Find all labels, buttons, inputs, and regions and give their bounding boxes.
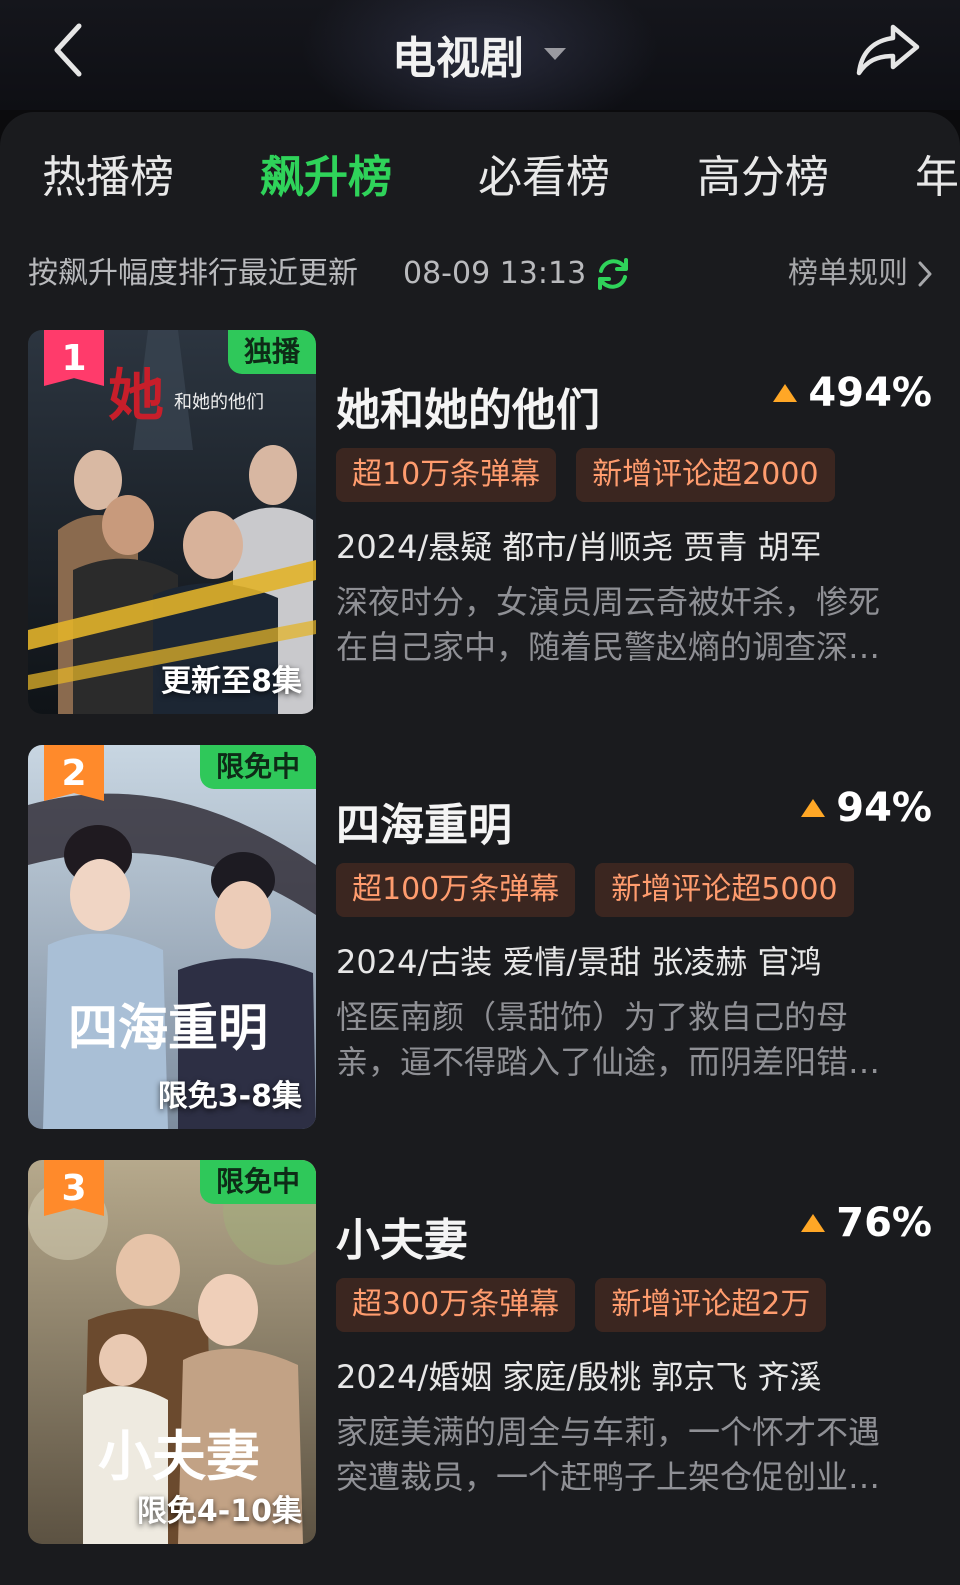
share-icon	[856, 24, 920, 76]
rank-badge: 3	[44, 1160, 104, 1216]
trend-up-icon	[801, 799, 826, 817]
trend-value: 76%	[836, 1200, 932, 1246]
poster-image[interactable]: 四海重明 2 限免中 限免3-8集	[28, 745, 316, 1129]
refresh-icon[interactable]	[593, 254, 633, 294]
tag-danmaku: 超300万条弹幕	[336, 1278, 576, 1332]
poster-image[interactable]: 小夫妻 3 限免中 限免4-10集	[28, 1160, 316, 1544]
tab-hot[interactable]: 热播榜	[42, 150, 174, 206]
trend-up-icon	[773, 384, 798, 402]
description-line: 家庭美满的周全与车莉，一个怀才不遇	[336, 1413, 881, 1451]
show-title[interactable]: 她和她的他们	[336, 374, 600, 438]
show-title[interactable]: 小夫妻	[336, 1204, 468, 1268]
tag-comments: 新增评论超2000	[576, 448, 835, 502]
tag-list: 超300万条弹幕 新增评论超2万	[336, 1278, 827, 1332]
trend-indicator: 94%	[800, 785, 932, 831]
show-meta: 2024/悬疑 都市/肖顺尧 贾青 胡军	[336, 528, 822, 566]
tab-yearly[interactable]: 年	[915, 150, 959, 206]
tag-comments: 新增评论超5000	[595, 863, 854, 917]
item-info: 她和她的他们 494% 超10万条弹幕 新增评论超2000 2024/悬疑 都市…	[336, 330, 932, 714]
show-title[interactable]: 四海重明	[336, 789, 512, 853]
rank-badge: 1	[44, 330, 104, 386]
poster-title-art: 小夫妻	[98, 1424, 260, 1488]
free-badge: 限免中	[199, 1160, 316, 1204]
trend-value: 494%	[808, 370, 932, 416]
tag-danmaku: 超10万条弹幕	[336, 448, 557, 502]
description-line: 亲，逼不得踏入了仙途，而阴差阳错…	[336, 1043, 881, 1081]
show-meta: 2024/婚姻 家庭/殷桃 郭京飞 齐溪	[336, 1358, 822, 1396]
list-item[interactable]: 小夫妻 3 限免中 限免4-10集 小夫妻 76% 超300万条弹幕 新增评论超…	[28, 1160, 932, 1546]
ranking-tabs: 热播榜 飙升榜 必看榜 高分榜 年	[0, 150, 960, 220]
poster-image[interactable]: 她 和她的他们 1 独播 更新至8集	[28, 330, 316, 714]
tab-must-watch[interactable]: 必看榜	[478, 150, 610, 206]
tab-high-score[interactable]: 高分榜	[697, 150, 829, 206]
description-line: 深夜时分，女演员周云奇被奸杀，惨死	[336, 583, 881, 621]
page-title: 电视剧	[392, 33, 524, 84]
tab-rising[interactable]: 飙升榜	[260, 150, 392, 212]
item-info: 小夫妻 76% 超300万条弹幕 新增评论超2万 2024/婚姻 家庭/殷桃 郭…	[336, 1160, 932, 1544]
ranking-rules-link[interactable]: 榜单规则	[788, 252, 932, 296]
trend-up-icon	[801, 1214, 826, 1232]
show-description: 家庭美满的周全与车莉，一个怀才不遇 突遭裁员，一个赶鸭子上架仓促创业…	[336, 1410, 926, 1500]
rules-label: 榜单规则	[788, 256, 908, 291]
tag-list: 超10万条弹幕 新增评论超2000	[336, 448, 835, 502]
episode-update-label: 限免4-10集	[136, 1494, 302, 1529]
show-description: 怪医南颜（景甜饰）为了救自己的母 亲，逼不得踏入了仙途，而阴差阳错…	[336, 995, 926, 1085]
svg-text:和她的他们: 和她的他们	[174, 392, 264, 413]
description-line: 怪医南颜（景甜饰）为了救自己的母	[336, 998, 849, 1036]
caret-down-icon	[544, 48, 566, 60]
episode-update-label: 限免3-8集	[157, 1079, 302, 1114]
top-header: 电视剧	[0, 0, 960, 110]
ranking-subbar: 按飙升幅度排行最近更新 08-09 13:13 榜单规则	[28, 252, 932, 296]
tag-comments: 新增评论超2万	[595, 1278, 827, 1332]
update-time: 08-09 13:13	[403, 256, 587, 291]
poster-title-art: 四海重明	[68, 998, 268, 1057]
description-line: 突遭裁员，一个赶鸭子上架仓促创业…	[336, 1458, 881, 1496]
free-badge: 限免中	[199, 745, 316, 789]
trend-indicator: 494%	[772, 370, 932, 416]
list-item[interactable]: 她 和她的他们 1 独播 更新至8集 她和她的他们 494% 超10万条弹幕 新…	[28, 330, 932, 716]
trend-indicator: 76%	[800, 1200, 932, 1246]
episode-update-label: 更新至8集	[161, 664, 302, 699]
show-meta: 2024/古装 爱情/景甜 张凌赫 官鸿	[336, 943, 822, 981]
exclusive-badge: 独播	[227, 330, 316, 374]
trend-value: 94%	[836, 785, 932, 831]
item-info: 四海重明 94% 超100万条弹幕 新增评论超5000 2024/古装 爱情/景…	[336, 745, 932, 1129]
chevron-right-icon	[918, 261, 932, 287]
sort-description: 按飙升幅度排行最近更新	[28, 256, 358, 291]
tag-danmaku: 超100万条弹幕	[336, 863, 576, 917]
description-line: 在自己家中，随着民警赵熵的调查深…	[336, 628, 881, 666]
list-item[interactable]: 四海重明 2 限免中 限免3-8集 四海重明 94% 超100万条弹幕 新增评论…	[28, 745, 932, 1131]
category-dropdown[interactable]: 电视剧	[392, 22, 568, 86]
poster-title-art: 她	[108, 363, 164, 429]
tag-list: 超100万条弹幕 新增评论超5000	[336, 863, 854, 917]
rank-badge: 2	[44, 745, 104, 801]
share-button[interactable]	[852, 20, 924, 80]
show-description: 深夜时分，女演员周云奇被奸杀，惨死 在自己家中，随着民警赵熵的调查深…	[336, 580, 926, 670]
